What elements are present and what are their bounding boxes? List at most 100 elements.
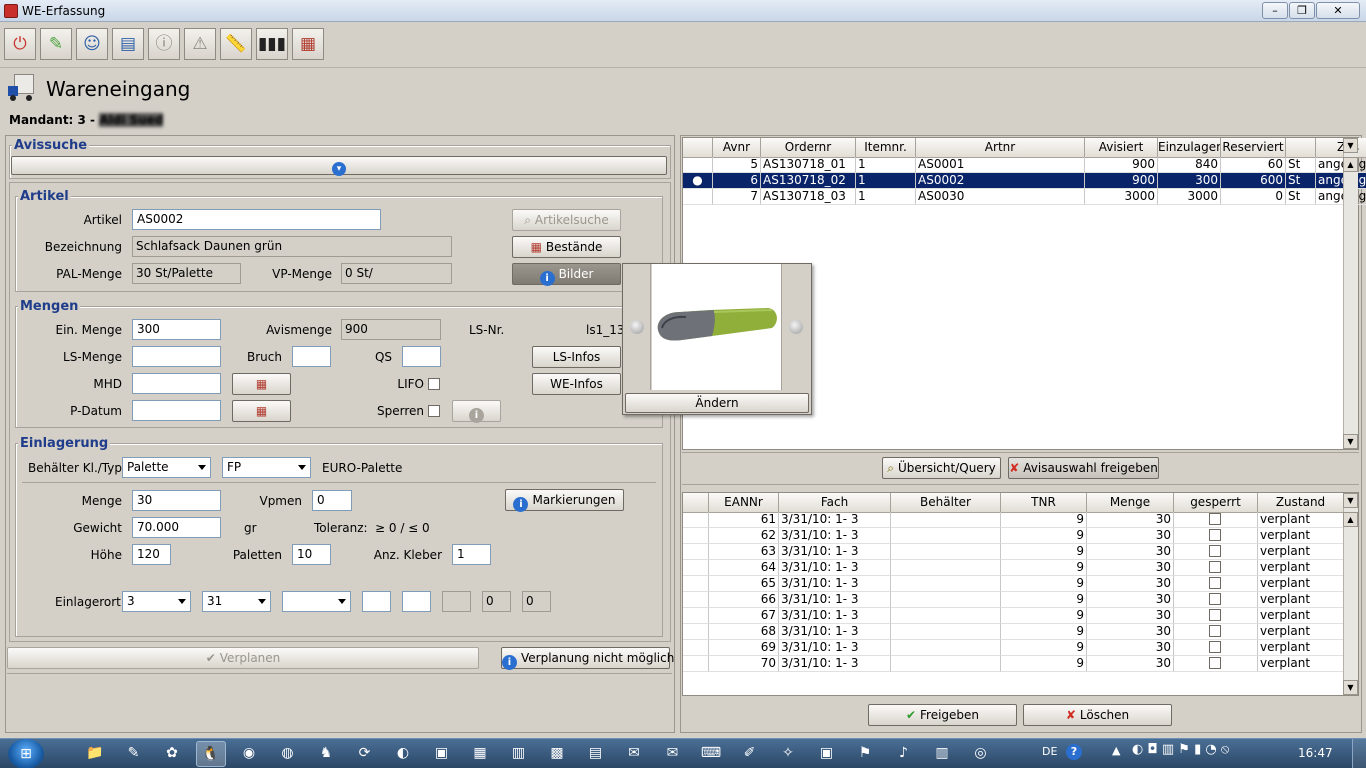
avis-col-header[interactable]: Reserviert — [1221, 138, 1286, 158]
bilder-button[interactable]: i Bilder — [512, 263, 621, 286]
behaelter-typ-select[interactable]: FP — [222, 457, 311, 478]
avisauswahl-freigeben-button[interactable]: ✘ Avisauswahl freigeben — [1008, 457, 1159, 479]
lifo-checkbox[interactable] — [428, 378, 440, 390]
hoehe-input[interactable]: 120 — [132, 544, 171, 565]
behaelter-klasse-select[interactable]: Palette — [122, 457, 211, 478]
verplanen-button[interactable]: ✔ Verplanen — [7, 647, 479, 669]
book-button[interactable]: ▤ — [112, 28, 144, 60]
gesperrt-checkbox[interactable] — [1209, 513, 1221, 525]
ean-col-header[interactable]: Behälter — [891, 493, 1001, 513]
artikel-input[interactable]: AS0002 — [132, 209, 381, 230]
verplanung-nicht-moeglich-button[interactable]: i Verplanung nicht möglich — [501, 647, 674, 670]
taskbar-app-button[interactable]: ✎ — [119, 741, 149, 767]
gesperrt-checkbox[interactable] — [1209, 641, 1221, 653]
avis-col-header[interactable]: Itemnr. — [856, 138, 916, 158]
gesperrt-checkbox[interactable] — [1209, 625, 1221, 637]
barcode-button[interactable]: ▮▮▮ — [256, 28, 288, 60]
avis-col-header[interactable]: Zus — [1316, 138, 1366, 158]
gesperrt-checkbox[interactable] — [1209, 657, 1221, 669]
taskbar-app-button[interactable]: ▣ — [427, 741, 457, 767]
avis-col-header[interactable]: Avnr — [713, 138, 761, 158]
gesperrt-checkbox[interactable] — [1209, 529, 1221, 541]
bestaende-button[interactable]: ▦ Bestände — [512, 236, 621, 258]
taskbar-app-button[interactable]: ▩ — [542, 741, 572, 767]
table-row[interactable]: 68 3/31/10: 1- 3 9 30 verplant — [683, 624, 1344, 640]
uebersicht-query-button[interactable]: ⌕ Übersicht/Query — [882, 457, 1001, 479]
table-row[interactable]: ● 6 AS130718_02 1 AS0002 900 300 600 St angelegt — [683, 173, 1366, 189]
scroll-up-icon[interactable]: ▲ — [1343, 512, 1358, 527]
scroll-down-icon[interactable]: ▼ — [1343, 680, 1358, 695]
close-button[interactable]: ✕ — [1316, 2, 1360, 19]
sperren-info-button[interactable]: i — [452, 400, 501, 423]
info-button[interactable]: ⓘ — [148, 28, 180, 60]
ruler-button[interactable]: 📏 — [220, 28, 252, 60]
table-row[interactable]: 66 3/31/10: 1- 3 9 30 verplant — [683, 592, 1344, 608]
table-row[interactable]: 69 3/31/10: 1- 3 9 30 verplant — [683, 640, 1344, 656]
taskbar-app-button[interactable]: ✉ — [658, 741, 688, 767]
table-row[interactable]: 5 AS130718_01 1 AS0001 900 840 60 St angelegt — [683, 157, 1366, 173]
avis-col-header[interactable]: Ordernr — [761, 138, 856, 158]
ean-col-header[interactable]: TNR — [1001, 493, 1087, 513]
avis-col-header[interactable]: Artnr — [916, 138, 1085, 158]
taskbar-app-button[interactable]: ✐ — [735, 741, 765, 767]
avis-table-scrollbar[interactable] — [1343, 138, 1358, 449]
scroll-down-icon[interactable]: ▼ — [1343, 434, 1358, 449]
avis-col-header[interactable]: Einzulagern — [1158, 138, 1221, 158]
table-row[interactable]: 65 3/31/10: 1- 3 9 30 verplant — [683, 576, 1344, 592]
loeschen-button[interactable]: ✘ Löschen — [1023, 704, 1172, 726]
ean-col-header[interactable] — [683, 493, 709, 513]
taskbar-app-button[interactable]: ✿ — [157, 741, 187, 767]
taskbar-app-button[interactable]: 🐧 — [195, 741, 226, 767]
taskbar-app-button[interactable]: ⚑ — [850, 741, 880, 767]
ean-col-header[interactable]: EANNr — [709, 493, 779, 513]
table-row[interactable]: 64 3/31/10: 1- 3 9 30 verplant — [683, 560, 1344, 576]
taskbar-app-button[interactable]: ◍ — [273, 741, 303, 767]
help-icon[interactable]: ? — [1066, 744, 1082, 760]
minimize-button[interactable]: – — [1262, 2, 1288, 19]
table-row[interactable]: 61 3/31/10: 1- 3 9 30 verplant — [683, 512, 1344, 528]
taskbar-app-button[interactable]: 📁 — [80, 741, 110, 767]
clock[interactable]: 16:47 — [1298, 746, 1333, 760]
column-menu-icon[interactable]: ▼ — [1343, 493, 1358, 508]
freigeben-button[interactable]: ✔ Freigeben — [868, 704, 1017, 726]
language-indicator[interactable]: DE — [1042, 745, 1057, 758]
prev-image-button[interactable] — [623, 264, 651, 390]
table-row[interactable]: 62 3/31/10: 1- 3 9 30 verplant — [683, 528, 1344, 544]
p-datum-calendar-button[interactable]: ▦ — [232, 400, 291, 422]
taskbar-app-button[interactable]: ▤ — [581, 741, 611, 767]
gesperrt-checkbox[interactable] — [1209, 545, 1221, 557]
menge-input[interactable]: 30 — [132, 490, 221, 511]
einlagerort-select-1[interactable]: 3 — [122, 591, 191, 612]
gesperrt-checkbox[interactable] — [1209, 561, 1221, 573]
taskbar-app-button[interactable]: ✉ — [619, 741, 649, 767]
gesperrt-checkbox[interactable] — [1209, 609, 1221, 621]
vpmen-input[interactable]: 0 — [312, 490, 352, 511]
user-button[interactable]: ☺ — [76, 28, 108, 60]
avis-col-header[interactable] — [683, 138, 713, 158]
pin-button[interactable]: ✎ — [40, 28, 72, 60]
markierungen-button[interactable]: i Markierungen — [505, 489, 624, 512]
einlagerort-select-2[interactable]: 31 — [202, 591, 271, 612]
sperren-checkbox[interactable] — [428, 405, 440, 417]
artikelsuche-button[interactable]: ⌕ Artikelsuche — [512, 209, 621, 231]
ean-col-header[interactable]: Fach — [779, 493, 891, 513]
taskbar-app-button[interactable]: ◎ — [966, 741, 996, 767]
avis-col-header[interactable]: Avisiert — [1085, 138, 1158, 158]
taskbar-app-button[interactable]: ✧ — [773, 741, 803, 767]
paletten-input[interactable]: 10 — [292, 544, 331, 565]
taskbar-app-button[interactable]: ⟳ — [350, 741, 380, 767]
taskbar-app-button[interactable]: ◐ — [388, 741, 418, 767]
scroll-up-icon[interactable]: ▼ — [1343, 138, 1358, 153]
table-row[interactable]: 70 3/31/10: 1- 3 9 30 verplant — [683, 656, 1344, 672]
show-desktop-button[interactable] — [1352, 739, 1366, 768]
taskbar-app-button[interactable]: ▥ — [504, 741, 534, 767]
warning-button[interactable]: ⚠ — [184, 28, 216, 60]
taskbar-app-button[interactable]: ⌨ — [696, 741, 726, 767]
mhd-input[interactable] — [132, 373, 221, 394]
gesperrt-checkbox[interactable] — [1209, 593, 1221, 605]
einlagerort-select-3[interactable] — [282, 591, 351, 612]
next-image-button[interactable] — [781, 264, 810, 390]
we-infos-button[interactable]: WE-Infos — [532, 373, 621, 395]
maximize-button[interactable]: ❐ — [1289, 2, 1315, 19]
gewicht-input[interactable]: 70.000 — [132, 517, 221, 538]
